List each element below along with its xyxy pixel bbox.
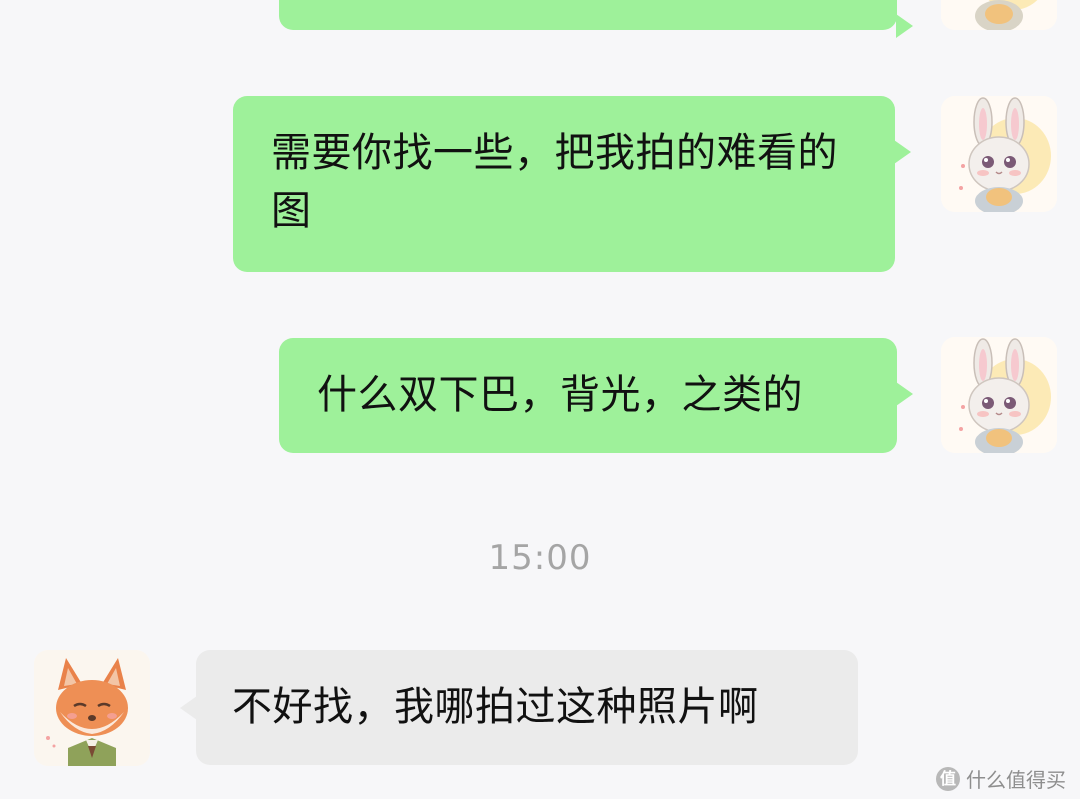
fox-avatar-icon	[34, 650, 150, 766]
self-avatar[interactable]	[941, 337, 1057, 453]
message-bubble-outgoing[interactable]: 需要你找一些，把我拍的难看的图	[233, 96, 911, 272]
watermark-text: 什么值得买	[966, 768, 1066, 792]
message-bubble-incoming[interactable]: 不好找，我哪拍过这种照片啊	[180, 650, 858, 765]
message-text: 什么双下巴，背光，之类的	[317, 372, 803, 418]
bunny-avatar-icon	[941, 0, 1057, 30]
time-divider: 15:00	[488, 538, 592, 578]
message-bubble-outgoing[interactable]: 什么双下巴，背光，之类的	[279, 338, 913, 453]
bunny-avatar-icon	[941, 96, 1057, 212]
self-avatar[interactable]	[941, 0, 1057, 30]
message-bubble-outgoing[interactable]	[279, 0, 913, 38]
message-text: 需要你找一些，把我拍的难看的图	[271, 130, 838, 234]
bunny-avatar-icon	[941, 337, 1057, 453]
chat-panel: 需要你找一些，把我拍的难看的图 什么双下巴，背光，之类的 15:00 不好找，我…	[0, 0, 1080, 799]
message-text: 不好找，我哪拍过这种照片啊	[232, 684, 759, 730]
self-avatar[interactable]	[941, 96, 1057, 212]
watermark-logo-icon: 值	[936, 766, 960, 791]
contact-avatar[interactable]	[34, 650, 150, 766]
watermark: 值 什么值得买	[936, 764, 1066, 793]
